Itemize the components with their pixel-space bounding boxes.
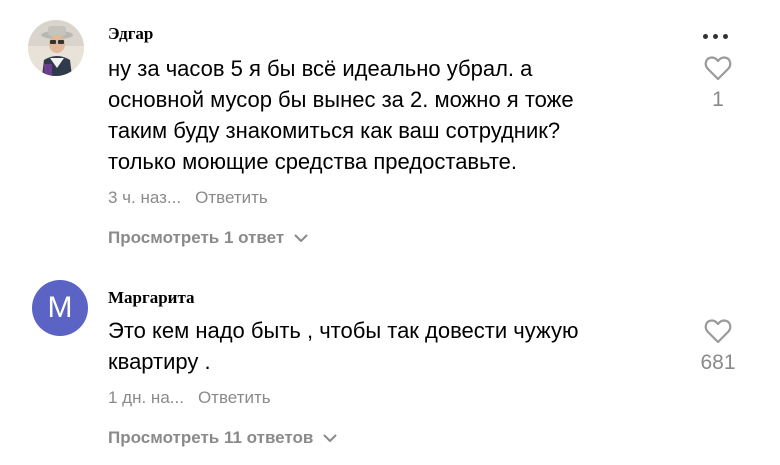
user-photo bbox=[28, 20, 84, 76]
heart-outline-icon bbox=[704, 56, 732, 85]
view-replies-label: Просмотреть 11 ответов bbox=[108, 428, 314, 447]
comment-text-line: ну за часов 5 я бы всё идеально убрал. а bbox=[108, 56, 533, 81]
reply-link[interactable]: Ответить bbox=[195, 188, 268, 207]
more-dots-icon bbox=[713, 34, 718, 39]
comment-text-line: основной мусор бы вынес за 2. можно я то… bbox=[108, 87, 574, 112]
comment-item: Эдгар ну за часов 5 я бы всё идеально уб… bbox=[0, 0, 780, 270]
like-button[interactable]: 1 bbox=[688, 55, 748, 112]
more-dots-icon bbox=[723, 34, 728, 39]
comment-text-line: только моющие средства предоставьте. bbox=[108, 149, 518, 174]
comment-item: М Маргарита Это кем надо быть , чтобы та… bbox=[0, 270, 780, 465]
comment-time: 3 ч. наз... bbox=[108, 188, 182, 207]
view-replies-label: Просмотреть 1 ответ bbox=[108, 228, 285, 247]
comment-meta: 1 дн. на... Ответить bbox=[108, 388, 271, 408]
like-count: 1 bbox=[712, 88, 724, 111]
comment-author[interactable]: Эдгар bbox=[108, 24, 153, 44]
comment-text-line: квартиру . bbox=[108, 349, 211, 374]
reply-link[interactable]: Ответить bbox=[198, 388, 271, 407]
heart-outline-icon bbox=[704, 319, 732, 348]
comment-text-line: Это кем надо быть , чтобы так довести чу… bbox=[108, 318, 579, 343]
comment-meta: 3 ч. наз... Ответить bbox=[108, 188, 268, 208]
avatar[interactable]: М bbox=[32, 280, 88, 336]
like-count: 681 bbox=[700, 351, 736, 374]
comment-author[interactable]: Маргарита bbox=[108, 288, 195, 308]
comment-time: 1 дн. на... bbox=[108, 388, 184, 407]
avatar[interactable] bbox=[28, 20, 84, 76]
comment-text-line: таким буду знакомиться как ваш сотрудник… bbox=[108, 118, 561, 143]
view-replies-button[interactable]: Просмотреть 1 ответ bbox=[108, 228, 308, 248]
chevron-down-icon bbox=[294, 234, 308, 243]
more-dots-icon bbox=[703, 34, 708, 39]
view-replies-button[interactable]: Просмотреть 11 ответов bbox=[108, 428, 337, 448]
avatar-letter: М bbox=[47, 291, 73, 324]
like-button[interactable]: 681 bbox=[688, 318, 748, 375]
chevron-down-icon bbox=[323, 434, 337, 443]
comment-text: ну за часов 5 я бы всё идеально убрал. а… bbox=[108, 53, 668, 177]
more-options-button[interactable] bbox=[703, 34, 728, 39]
comment-text: Это кем надо быть , чтобы так довести чу… bbox=[108, 315, 668, 377]
